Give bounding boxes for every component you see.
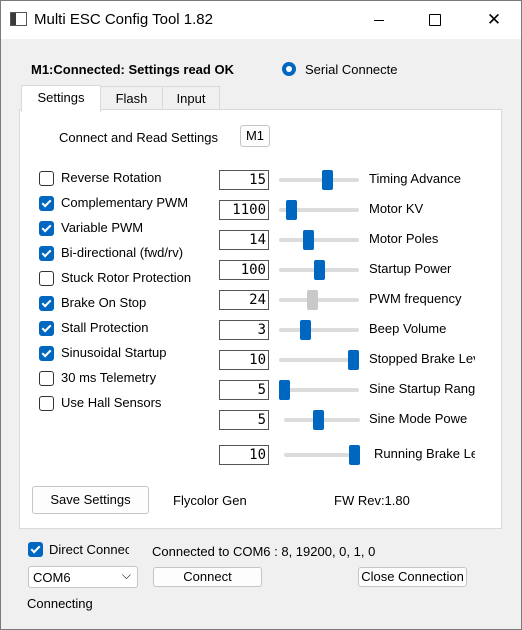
setting-slider-thumb[interactable] xyxy=(313,410,325,430)
setting-slider-thumb[interactable] xyxy=(303,230,315,250)
tab-settings[interactable]: Settings xyxy=(21,85,101,112)
setting-slider-thumb[interactable] xyxy=(279,380,290,400)
com-port-select[interactable]: COM6 ⌵ xyxy=(28,566,138,588)
save-settings-button[interactable]: Save Settings xyxy=(32,486,149,514)
setting-slider-thumb[interactable] xyxy=(285,200,297,220)
option-checkbox-label: Sinusoidal Startup xyxy=(61,345,167,360)
connect-read-label: Connect and Read Settings xyxy=(59,130,218,145)
maximize-button[interactable] xyxy=(412,1,458,39)
maximize-icon xyxy=(429,14,441,26)
option-checkbox-label: Complementary PWM xyxy=(61,195,189,210)
setting-value-field[interactable]: 100 xyxy=(219,260,269,280)
option-checkbox-label: Brake On Stop xyxy=(61,295,147,310)
setting-value-field[interactable]: 5 xyxy=(219,380,269,400)
serial-radio-label: Serial Connecte xyxy=(305,62,398,77)
option-checkbox[interactable] xyxy=(39,221,54,236)
app-window: Multi ESC Config Tool 1.82 ✕ M1:Connecte… xyxy=(0,0,522,630)
motor-select-button[interactable]: M1 xyxy=(240,125,270,147)
com-port-value: COM6 xyxy=(33,570,71,585)
setting-slider-label: Sine Startup Rang xyxy=(369,381,475,396)
setting-slider-label: Timing Advance xyxy=(369,171,462,186)
close-button[interactable]: ✕ xyxy=(471,1,517,39)
firmware-name: Flycolor Gen xyxy=(173,493,247,508)
setting-slider-label: Running Brake Le xyxy=(374,446,475,461)
connection-status: M1:Connected: Settings read OK xyxy=(31,62,234,77)
close-connection-button[interactable]: Close Connection xyxy=(358,567,467,587)
minimize-icon xyxy=(374,19,384,21)
setting-slider-track[interactable] xyxy=(279,238,359,242)
setting-slider-label: Sine Mode Powe xyxy=(369,411,468,426)
setting-slider-label: PWM frequency xyxy=(369,291,462,306)
option-checkbox[interactable] xyxy=(39,271,54,286)
setting-slider-thumb[interactable] xyxy=(313,260,325,280)
setting-slider-thumb[interactable] xyxy=(349,445,360,465)
setting-value-field[interactable]: 14 xyxy=(219,230,269,250)
option-checkbox-label: Use Hall Sensors xyxy=(61,395,162,410)
setting-value-field[interactable]: 1100 xyxy=(219,200,269,220)
title-bar[interactable]: Multi ESC Config Tool 1.82 ✕ xyxy=(1,1,521,39)
option-checkbox-label: Reverse Rotation xyxy=(61,170,162,185)
connection-info: Connected to COM6 : 8, 19200, 0, 1, 0 xyxy=(152,544,376,559)
option-checkbox[interactable] xyxy=(39,396,54,411)
option-checkbox-label: 30 ms Telemetry xyxy=(61,370,157,385)
setting-slider-thumb[interactable] xyxy=(348,350,359,370)
setting-value-field[interactable]: 15 xyxy=(219,170,269,190)
option-checkbox-label: Bi-directional (fwd/rv) xyxy=(61,245,184,260)
tab-flash[interactable]: Flash xyxy=(100,86,163,111)
setting-value-field[interactable]: 3 xyxy=(219,320,269,340)
setting-value-field[interactable]: 10 xyxy=(219,445,269,465)
setting-slider-label: Motor Poles xyxy=(369,231,439,246)
option-checkbox-label: Variable PWM xyxy=(61,220,144,235)
window-title: Multi ESC Config Tool 1.82 xyxy=(34,11,213,28)
option-checkbox-label: Stuck Rotor Protection xyxy=(61,270,192,285)
setting-slider-track[interactable] xyxy=(279,388,359,392)
option-checkbox[interactable] xyxy=(39,346,54,361)
setting-slider-track[interactable] xyxy=(279,298,359,302)
app-icon xyxy=(10,12,27,26)
setting-value-field[interactable]: 24 xyxy=(219,290,269,310)
minimize-button[interactable] xyxy=(356,1,402,39)
connect-button[interactable]: Connect xyxy=(153,567,262,587)
setting-slider-label: Beep Volume xyxy=(369,321,447,336)
option-checkbox[interactable] xyxy=(39,321,54,336)
setting-slider-thumb[interactable] xyxy=(321,170,333,190)
setting-slider-label: Stopped Brake Lev xyxy=(369,351,475,366)
setting-slider-track[interactable] xyxy=(279,328,359,332)
direct-connect-label: Direct Connec xyxy=(49,542,129,557)
firmware-revision: FW Rev:1.80 xyxy=(334,493,410,508)
setting-value-field[interactable]: 5 xyxy=(219,410,269,430)
setting-slider-track[interactable] xyxy=(279,358,359,362)
setting-slider-thumb[interactable] xyxy=(299,320,311,340)
setting-slider-track[interactable] xyxy=(279,178,359,182)
setting-value-field[interactable]: 10 xyxy=(219,350,269,370)
direct-connect-checkbox[interactable] xyxy=(28,542,43,557)
option-checkbox[interactable] xyxy=(39,296,54,311)
option-checkbox[interactable] xyxy=(39,371,54,386)
option-checkbox[interactable] xyxy=(39,196,54,211)
setting-slider-thumb[interactable] xyxy=(306,290,318,310)
tab-input[interactable]: Input xyxy=(162,86,220,111)
option-checkbox[interactable] xyxy=(39,171,54,186)
setting-slider-label: Motor KV xyxy=(369,201,424,216)
close-icon: ✕ xyxy=(486,10,502,29)
connection-state: Connecting xyxy=(27,596,93,611)
setting-slider-label: Startup Power xyxy=(369,261,452,276)
serial-radio[interactable] xyxy=(282,62,296,76)
option-checkbox[interactable] xyxy=(39,246,54,261)
option-checkbox-label: Stall Protection xyxy=(61,320,149,335)
chevron-down-icon: ⌵ xyxy=(121,568,131,582)
